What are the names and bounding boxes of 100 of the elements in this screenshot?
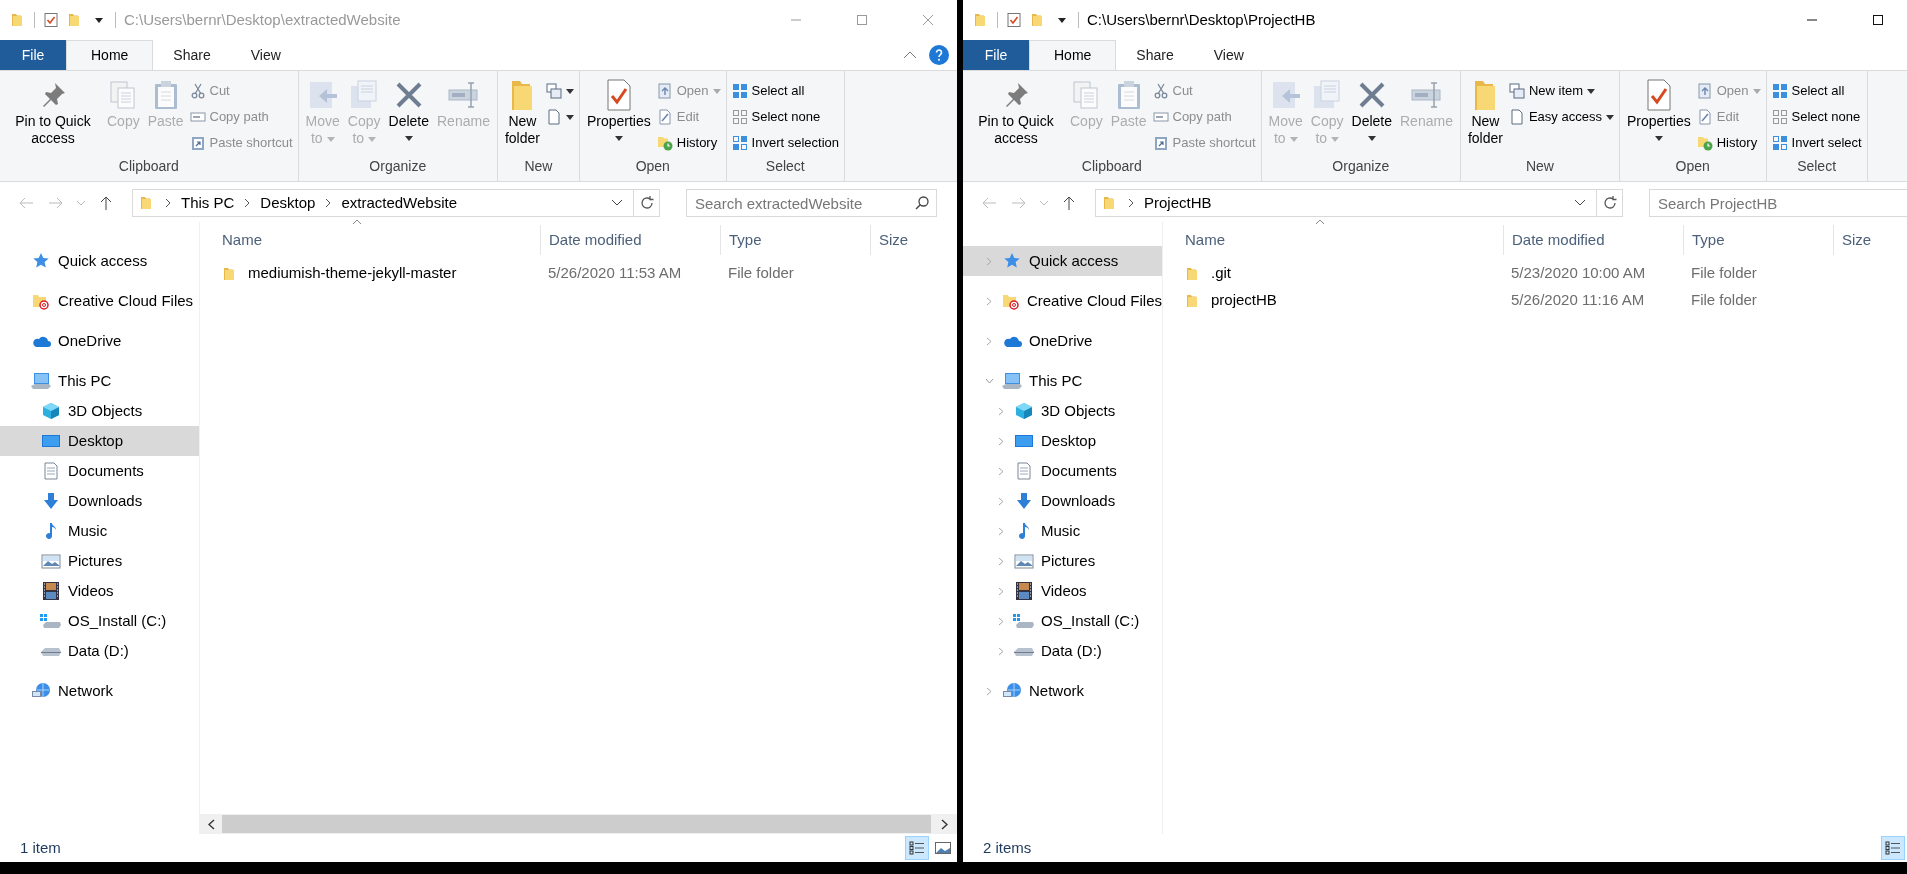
search-field[interactable]: Search extractedWebsite <box>686 189 937 217</box>
nav-item[interactable]: OneDrive <box>0 326 199 356</box>
ribbon-tab[interactable]: Share <box>153 40 231 70</box>
nav-item[interactable]: Data (D:) <box>0 636 199 666</box>
ribbon-small-button[interactable]: Select all <box>730 79 840 103</box>
nav-item[interactable]: Creative Cloud Files <box>963 286 1162 316</box>
ribbon-button[interactable]: Pin to Quick access <box>4 77 102 156</box>
chevron-right-icon <box>985 296 992 306</box>
view-button[interactable] <box>905 836 929 860</box>
nav-item[interactable]: Videos <box>963 576 1162 606</box>
nav-item[interactable]: 3D Objects <box>0 396 199 426</box>
nav-item[interactable]: This PC <box>963 366 1162 396</box>
status-text: 1 item <box>20 837 61 858</box>
up-arrow-icon <box>100 196 112 210</box>
ribbon-button[interactable]: Properties <box>1623 77 1694 156</box>
nav-item[interactable]: Network <box>963 676 1162 706</box>
nav-item[interactable]: Data (D:) <box>963 636 1162 666</box>
nav-item[interactable]: OS_Install (C:) <box>963 606 1162 636</box>
nav-item[interactable]: OneDrive <box>963 326 1162 356</box>
column-header[interactable]: Size <box>870 225 957 255</box>
file-name-cell[interactable]: projectHB <box>1177 289 1503 312</box>
scissors-icon <box>189 83 206 99</box>
group-label: Open <box>634 157 671 176</box>
nav-item[interactable]: Desktop <box>0 426 199 456</box>
nav-item[interactable]: Videos <box>0 576 199 606</box>
nav-item[interactable]: Network <box>0 676 199 706</box>
breadcrumb[interactable]: ProjectHB <box>1144 191 1212 215</box>
nav-item[interactable]: Downloads <box>0 486 199 516</box>
nav-item[interactable]: Creative Cloud Files <box>0 286 199 316</box>
window-title: C:\Users\bernr\Desktop\ProjectHB <box>1087 9 1316 30</box>
horizontal-scrollbar[interactable] <box>200 814 957 834</box>
scroll-right-icon <box>940 818 948 830</box>
column-header[interactable]: Name <box>214 225 540 255</box>
ribbon-small-button[interactable]: Invert selection <box>730 131 840 155</box>
column-header[interactable]: Size <box>1833 225 1907 255</box>
select-none-icon <box>731 109 748 125</box>
file-menu-button[interactable]: File <box>0 40 66 70</box>
question-mark-icon <box>935 49 943 61</box>
collapse-caret-icon <box>903 51 917 59</box>
file-name-cell[interactable]: .git <box>1177 262 1503 285</box>
ribbon-small-button[interactable]: New item <box>1507 79 1615 103</box>
ribbon-small-button[interactable]: Select none <box>730 105 840 129</box>
search-field[interactable]: Search ProjectHB <box>1649 189 1907 217</box>
ribbon-small-button[interactable]: Select all <box>1770 79 1863 103</box>
ribbon-small-button[interactable]: Invert select <box>1770 131 1863 155</box>
picture-view-icon <box>935 841 951 855</box>
chevron-right-icon <box>986 256 992 266</box>
ribbon-small-button[interactable]: History <box>655 131 722 155</box>
column-header[interactable]: Type <box>720 225 870 255</box>
ribbon-tab[interactable]: View <box>1193 40 1264 70</box>
ribbon-button[interactable]: Properties <box>583 77 654 156</box>
ribbon-small-button[interactable]: History <box>1695 131 1762 155</box>
column-header[interactable]: Date modified <box>540 225 720 255</box>
breadcrumb[interactable]: This PC <box>181 191 235 215</box>
breadcrumb[interactable]: Desktop <box>260 191 316 215</box>
nav-item[interactable]: OS_Install (C:) <box>0 606 199 636</box>
ribbon-tab[interactable]: View <box>230 40 301 70</box>
ribbon-button[interactable]: Delete <box>1348 77 1395 156</box>
column-header[interactable]: Name <box>1177 225 1503 255</box>
breadcrumb[interactable]: extractedWebsite <box>341 191 457 215</box>
address-bar[interactable]: ProjectHB <box>1095 189 1623 217</box>
ribbon-button[interactable]: New folder <box>501 77 543 156</box>
computer-icon <box>31 372 51 390</box>
help-button[interactable] <box>929 45 949 65</box>
nav-item[interactable]: 3D Objects <box>963 396 1162 426</box>
column-header[interactable]: Type <box>1683 225 1833 255</box>
nav-item[interactable]: Desktop <box>963 426 1162 456</box>
nav-item[interactable]: Quick access <box>0 246 199 276</box>
ribbon-button[interactable]: Delete <box>385 77 432 156</box>
nav-item[interactable]: Quick access <box>963 246 1162 276</box>
windows-icon <box>545 83 562 99</box>
pencil-page-icon <box>656 109 673 125</box>
nav-item[interactable]: Music <box>0 516 199 546</box>
ribbon-small-button[interactable]: Select none <box>1770 105 1863 129</box>
nav-item[interactable]: Documents <box>963 456 1162 486</box>
monitor-icon <box>1014 433 1034 449</box>
ribbon-button[interactable]: Pin to Quick access <box>967 77 1065 156</box>
music-note-icon <box>44 522 58 540</box>
file-name-cell[interactable]: mediumish-theme-jekyll-master <box>214 262 540 285</box>
sort-caret-icon <box>1315 219 1325 225</box>
nav-item[interactable]: Pictures <box>0 546 199 576</box>
nav-item[interactable]: Pictures <box>963 546 1162 576</box>
nav-item[interactable]: Downloads <box>963 486 1162 516</box>
status-text: 2 items <box>983 837 1032 858</box>
ribbon-small-button[interactable]: Easy access <box>1507 105 1615 129</box>
nav-item[interactable]: Documents <box>0 456 199 486</box>
scrollbar-thumb[interactable] <box>222 815 931 833</box>
nav-item[interactable]: Music <box>963 516 1162 546</box>
ribbon-tab[interactable]: Home <box>1029 40 1117 70</box>
ribbon-tab[interactable]: Share <box>1116 40 1194 70</box>
cube-icon <box>1015 402 1033 420</box>
ribbon-tab[interactable]: Home <box>66 40 154 70</box>
address-bar[interactable]: This PC Desktop extractedWebsite <box>132 189 660 217</box>
column-header[interactable]: Date modified <box>1503 225 1683 255</box>
file-menu-button[interactable]: File <box>963 40 1029 70</box>
caret-icon <box>404 136 413 141</box>
ribbon-button[interactable]: New folder <box>1464 77 1506 156</box>
select-none-icon <box>1771 109 1788 125</box>
nav-item[interactable]: This PC <box>0 366 199 396</box>
view-button[interactable] <box>1881 836 1905 860</box>
